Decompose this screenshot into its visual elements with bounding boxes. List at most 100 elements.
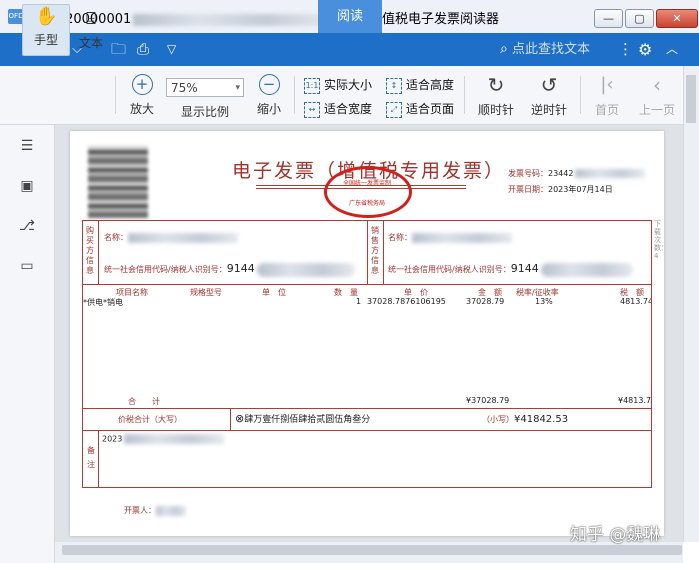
- remarks-text: 2023: [102, 434, 123, 444]
- title-redacted: [133, 13, 334, 26]
- sum-small: （小写）¥41842.53: [482, 414, 568, 425]
- cross-circle-icon: ⊗: [235, 412, 245, 425]
- text-tool-label: 文本: [78, 36, 103, 50]
- seller-tax-id-label: 统一社会信用代码/纳税人识别号：: [388, 265, 511, 274]
- first-page-label: 首页: [594, 103, 619, 117]
- table-divider: [82, 408, 652, 409]
- column-header-qty: 数 量: [334, 288, 358, 297]
- zoom-in-button[interactable]: + 放大: [125, 74, 159, 117]
- sum-small-label: （小写）: [482, 415, 514, 424]
- table-divider: [98, 220, 99, 284]
- fit-page-button[interactable]: ⤢ 适合页面: [386, 100, 454, 118]
- redacted-block: [156, 505, 186, 516]
- table-divider: [230, 408, 231, 430]
- previous-page-button[interactable]: ‹ 上一页: [634, 74, 680, 118]
- open-folder-icon[interactable]: 🗀: [111, 33, 126, 66]
- vertical-scrollbar[interactable]: [683, 66, 699, 542]
- close-button[interactable]: ✕: [656, 9, 698, 28]
- toolbar-divider: [294, 76, 295, 114]
- seller-section-label: 销售方信息: [371, 226, 379, 275]
- search-box[interactable]: ⌕ 点此查找文本: [500, 33, 590, 66]
- table-divider: [98, 430, 99, 488]
- table-divider: [82, 430, 652, 431]
- maximize-button[interactable]: ▢: [625, 9, 654, 28]
- text-tool-button[interactable]: ⌸ 文本: [74, 8, 108, 51]
- toolbar-divider: [464, 76, 465, 114]
- minimize-button[interactable]: —: [594, 9, 623, 28]
- redacted-block: [256, 262, 355, 277]
- rotate-clockwise-button[interactable]: ↻ 顺时针: [476, 74, 516, 118]
- redacted-block: [575, 169, 646, 178]
- official-seal: [324, 166, 412, 218]
- remarks-label: 备注: [87, 446, 95, 469]
- sum-in-words: ⊗肆万壹仟捌佰肆拾贰圆伍角叁分: [235, 412, 370, 425]
- table-divider: [367, 220, 368, 284]
- hand-tool-button[interactable]: ✋ 手型: [22, 4, 70, 56]
- toolbar-divider: [580, 76, 581, 114]
- fit-height-label: 适合高度: [406, 78, 455, 92]
- seal-text-top: 全国统一发票监制: [342, 180, 391, 187]
- qr-code: [88, 146, 148, 218]
- zoom-out-button[interactable]: − 缩小: [252, 74, 286, 117]
- print-icon[interactable]: ⎙: [137, 33, 149, 66]
- fit-height-button[interactable]: ↕ 适合高度: [386, 76, 454, 94]
- rotate-clockwise-label: 顺时针: [477, 103, 514, 117]
- fit-page-label: 适合页面: [406, 102, 455, 116]
- buyer-tax-id-value: 9144: [226, 262, 255, 275]
- structure-tree-icon[interactable]: ⎇: [18, 218, 36, 234]
- horizontal-scroll-thumb[interactable]: [62, 545, 682, 555]
- invoice-number-label: 发票号码：: [508, 169, 548, 178]
- item-amount: 37028.79: [466, 297, 505, 306]
- actual-size-icon: 1:1: [304, 77, 320, 94]
- redacted-block: [128, 232, 238, 243]
- rotate-counterclockwise-icon: ↺: [540, 73, 558, 97]
- gear-icon[interactable]: ⚙: [638, 33, 652, 66]
- fit-width-button[interactable]: ↔ 适合宽度: [304, 100, 372, 118]
- zoom-out-icon: −: [258, 74, 280, 95]
- previous-page-label: 上一页: [638, 103, 675, 117]
- rotate-counterclockwise-button[interactable]: ↺ 逆时针: [529, 74, 569, 118]
- tab-read[interactable]: 阅读: [318, 0, 382, 33]
- item-tax-rate: 13%: [535, 297, 553, 306]
- table-divider: [82, 284, 652, 285]
- watermark-text: 知乎 @魏琳: [570, 525, 661, 545]
- sum-small-value: ¥41842.53: [514, 414, 569, 425]
- seal-text-bottom: 广东省税务局: [348, 200, 385, 207]
- issue-date-value: 2023年07月14日: [548, 185, 613, 194]
- first-page-button[interactable]: |‹ 首页: [590, 74, 624, 118]
- hand-icon: ✋: [35, 6, 58, 27]
- vertical-scroll-thumb[interactable]: [686, 75, 696, 123]
- hand-tool-label: 手型: [33, 33, 58, 47]
- drawer: 开票人：: [124, 505, 186, 516]
- redacted-block: [412, 232, 512, 243]
- zoom-value: 75%: [171, 81, 198, 95]
- seller-name-label: 名称：: [388, 233, 412, 242]
- column-header-unit: 单 位: [262, 288, 286, 297]
- annotation-icon[interactable]: ▭: [18, 258, 36, 274]
- actual-size-label: 实际大小: [324, 78, 373, 92]
- item-unit-price: 37028.7876106195: [367, 297, 446, 306]
- fit-page-icon: ⤢: [386, 101, 402, 118]
- more-options-icon[interactable]: ⋮: [618, 33, 633, 66]
- item-quantity: 1: [356, 297, 362, 306]
- zoom-out-label: 缩小: [256, 102, 281, 116]
- column-header-spec: 规格型号: [190, 288, 222, 297]
- quick-access-dropdown-icon[interactable]: ▽: [167, 33, 176, 66]
- buyer-name: 名称：: [104, 232, 238, 243]
- total-label: 合 计: [128, 397, 160, 406]
- first-page-icon: |‹: [600, 74, 614, 95]
- item-name: *供电*销电: [83, 298, 123, 307]
- outline-list-icon[interactable]: ☰: [18, 138, 36, 154]
- download-count-note: 下载次数：4: [654, 220, 668, 260]
- thumbnail-image-icon[interactable]: ▣: [18, 178, 36, 194]
- issue-date: 开票日期：2023年07月14日: [508, 184, 613, 195]
- zoom-select[interactable]: 75% ▾: [166, 78, 244, 97]
- issue-date-label: 开票日期：: [508, 185, 548, 194]
- redacted-block: [124, 434, 225, 444]
- zoom-ratio-label: 显示比例: [181, 105, 230, 119]
- collapse-ribbon-icon[interactable]: ︿: [666, 33, 678, 66]
- rotate-counterclockwise-label: 逆时针: [530, 103, 567, 117]
- toolbar-divider: [115, 76, 116, 114]
- actual-size-button[interactable]: 1:1 实际大小: [304, 76, 372, 94]
- buyer-section-label: 购买方信息: [86, 226, 94, 275]
